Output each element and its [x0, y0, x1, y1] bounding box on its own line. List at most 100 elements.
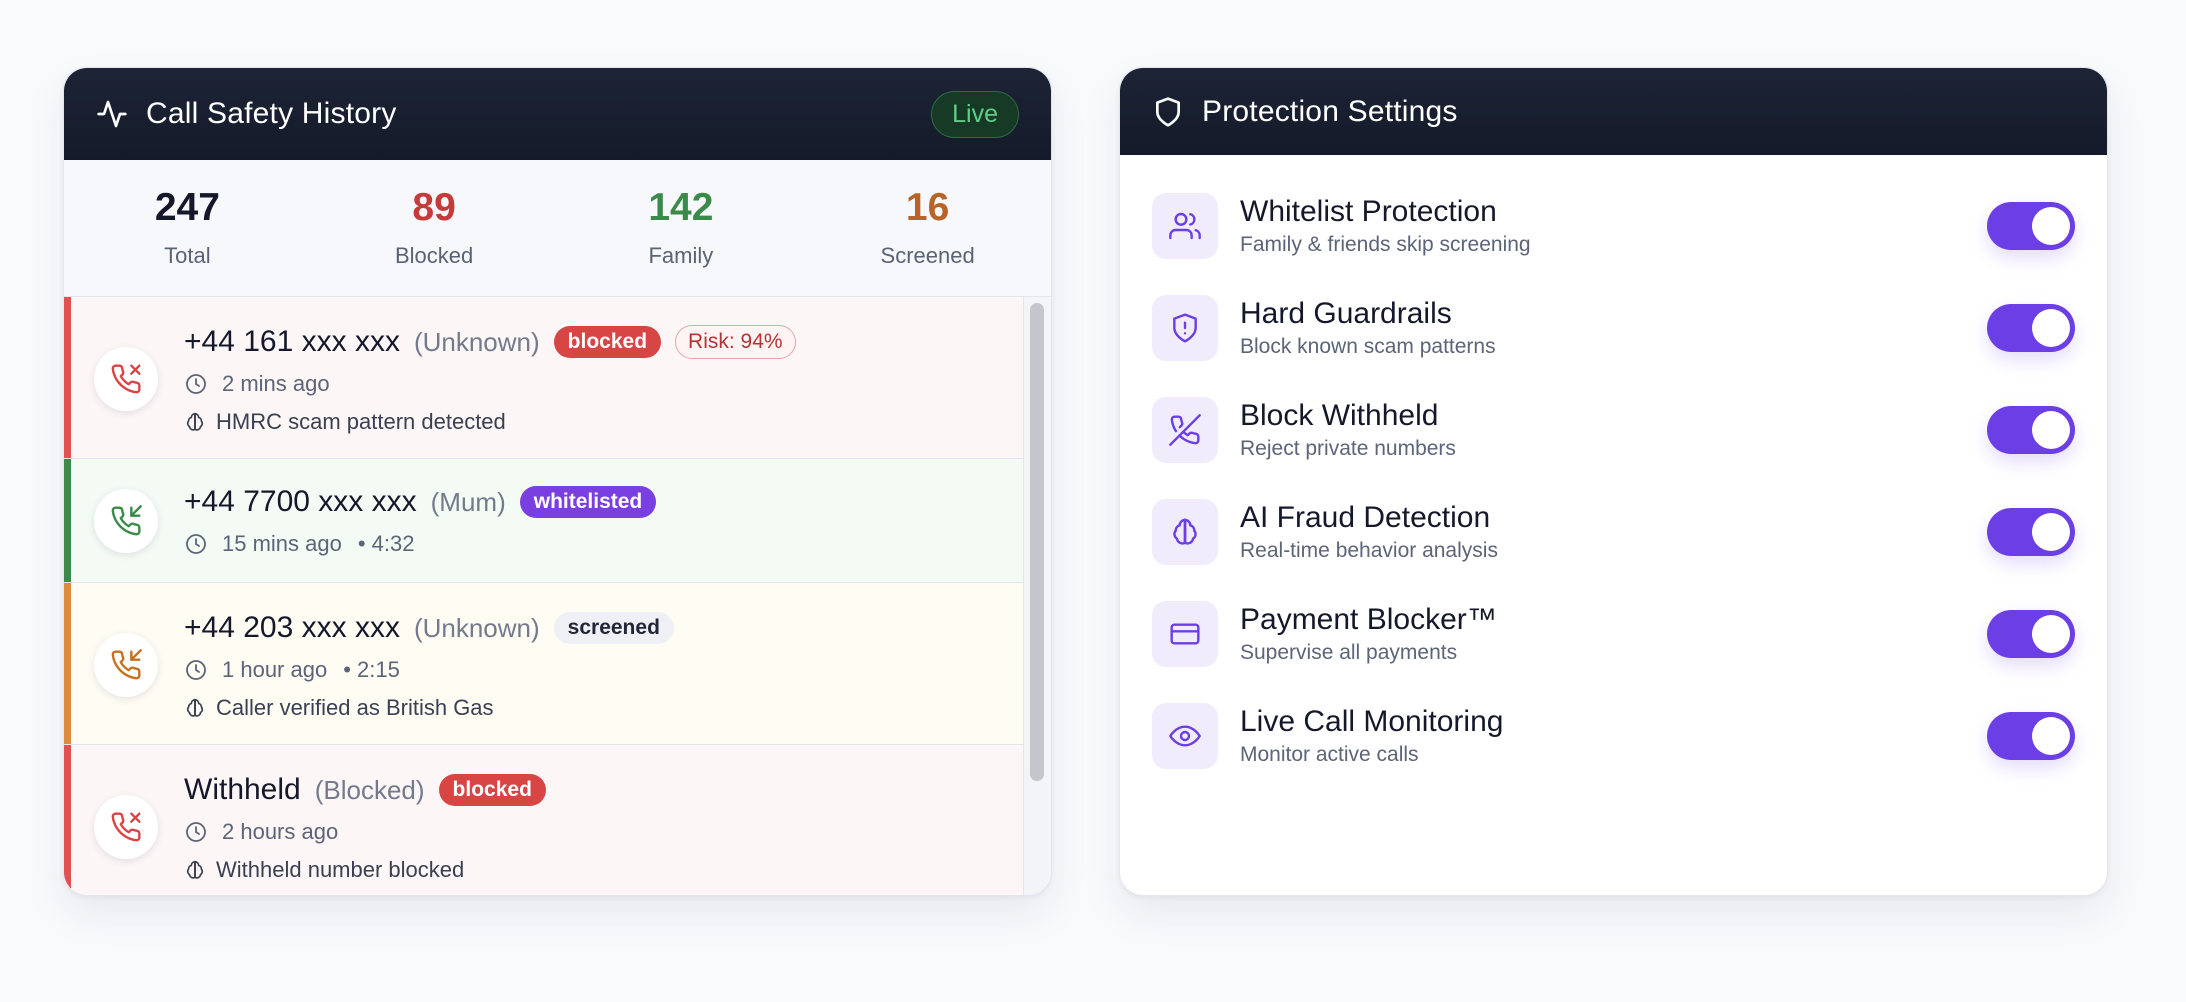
call-avatar: [94, 795, 158, 859]
toggle-knob: [2032, 513, 2070, 551]
setting-live-call-monitoring: Live Call Monitoring Monitor active call…: [1120, 685, 2107, 787]
caller-label: (Unknown): [413, 612, 540, 643]
ai-fraud-detection-toggle[interactable]: [1987, 508, 2075, 556]
call-duration: • 4:32: [357, 531, 415, 556]
call-time: 2 mins ago: [222, 371, 330, 396]
setting-title: Whitelist Protection: [1240, 194, 1497, 228]
protection-settings-card: Protection Settings Whitelist Protection…: [1119, 67, 2108, 896]
call-item[interactable]: +44 203 xxx xxx (Unknown) screened 1 hou…: [64, 583, 1023, 745]
setting-hard-guardrails: Hard Guardrails Block known scam pattern…: [1120, 277, 2107, 379]
brain-icon: [184, 411, 206, 433]
status-stripe: [64, 745, 71, 895]
caller-label: (Blocked): [314, 774, 425, 805]
setting-title: AI Fraud Detection: [1240, 500, 1491, 534]
brain-icon: [184, 859, 206, 881]
toggle-knob: [2032, 207, 2070, 245]
stat-family: 142 Family: [558, 188, 805, 269]
setting-payment-blocker: Payment Blocker™ Supervise all payments: [1120, 583, 2107, 685]
phone-x-icon: [110, 363, 142, 395]
hard-guardrails-toggle[interactable]: [1987, 304, 2075, 352]
clock-icon: [184, 820, 208, 844]
scrollbar-track[interactable]: [1023, 297, 1051, 895]
toggle-knob: [2032, 615, 2070, 653]
call-avatar: [94, 633, 158, 697]
status-badge: whitelisted: [519, 486, 657, 518]
setting-ai-fraud-detection: AI Fraud Detection Real-time behavior an…: [1120, 481, 2107, 583]
setting-block-withheld: Block Withheld Reject private numbers: [1120, 379, 2107, 481]
clock-icon: [184, 372, 208, 396]
stat-value: 89: [412, 185, 456, 229]
setting-title: Payment Blocker™: [1240, 602, 1497, 636]
status-badge: blocked: [438, 774, 546, 806]
call-item[interactable]: +44 7700 xxx xxx (Mum) whitelisted 15 mi…: [64, 459, 1023, 583]
stat-label: Blocked: [394, 242, 474, 268]
setting-description: Reject private numbers: [1240, 437, 1456, 461]
call-avatar: [94, 489, 158, 553]
stat-value: 142: [648, 185, 714, 229]
settings-title: Protection Settings: [1202, 94, 1458, 128]
stats-bar: 247 Total 89 Blocked 142 Family 16 Scree…: [64, 160, 1051, 297]
live-badge: Live: [931, 90, 1019, 138]
settings-list: Whitelist Protection Family & friends sk…: [1120, 155, 2107, 787]
call-list: +44 161 xxx xxx (Unknown) blocked Risk: …: [64, 297, 1051, 895]
scrollbar-thumb[interactable]: [1030, 303, 1044, 781]
toggle-knob: [2032, 717, 2070, 755]
call-item[interactable]: +44 161 xxx xxx (Unknown) blocked Risk: …: [64, 297, 1023, 459]
call-time: 15 mins ago: [222, 531, 342, 556]
setting-description: Real-time behavior analysis: [1240, 539, 1498, 563]
brain-icon: [184, 697, 206, 719]
stat-label: Screened: [880, 242, 975, 268]
call-duration: • 2:15: [343, 657, 400, 682]
caller-label: (Unknown): [413, 326, 540, 357]
stat-screened: 16 Screened: [804, 188, 1051, 269]
credit-card-icon: [1152, 601, 1218, 667]
shield-icon: [1152, 96, 1184, 128]
history-title: Call Safety History: [146, 97, 397, 130]
users-icon: [1152, 193, 1218, 259]
setting-title: Hard Guardrails: [1240, 296, 1452, 330]
setting-description: Monitor active calls: [1240, 743, 1419, 767]
stat-blocked: 89 Blocked: [311, 188, 558, 269]
status-stripe: [64, 297, 71, 458]
call-note: HMRC scam pattern detected: [216, 409, 506, 434]
status-stripe: [64, 583, 71, 744]
stat-label: Family: [648, 242, 714, 268]
call-time: 1 hour ago: [222, 657, 328, 682]
stat-value: 247: [154, 185, 220, 229]
status-badge: screened: [553, 612, 674, 644]
call-number: +44 203 xxx xxx: [184, 611, 400, 644]
shield-alert-icon: [1152, 295, 1218, 361]
eye-icon: [1152, 703, 1218, 769]
payment-blocker-toggle[interactable]: [1987, 610, 2075, 658]
phone-incoming-icon: [110, 649, 142, 681]
phone-incoming-icon: [110, 505, 142, 537]
call-note: Caller verified as British Gas: [216, 695, 494, 720]
call-safety-history-card: Call Safety History Live 247 Total 89 Bl…: [63, 67, 1052, 896]
activity-icon: [96, 98, 128, 130]
live-call-monitoring-toggle[interactable]: [1987, 712, 2075, 760]
toggle-knob: [2032, 411, 2070, 449]
call-item[interactable]: Withheld (Blocked) blocked 2 hours ago W…: [64, 745, 1023, 895]
phone-off-icon: [1152, 397, 1218, 463]
call-number: +44 7700 xxx xxx: [184, 485, 417, 518]
clock-icon: [184, 532, 208, 556]
whitelist-protection-toggle[interactable]: [1987, 202, 2075, 250]
setting-description: Family & friends skip screening: [1240, 233, 1531, 257]
setting-whitelist-protection: Whitelist Protection Family & friends sk…: [1120, 175, 2107, 277]
stat-total: 247 Total: [64, 188, 311, 269]
caller-label: (Mum): [430, 486, 506, 517]
risk-badge: Risk: 94%: [675, 325, 796, 359]
setting-title: Block Withheld: [1240, 398, 1439, 432]
brain-icon: [1152, 499, 1218, 565]
settings-header: Protection Settings: [1120, 68, 2107, 155]
setting-description: Block known scam patterns: [1240, 335, 1496, 359]
stat-value: 16: [905, 185, 950, 229]
block-withheld-toggle[interactable]: [1987, 406, 2075, 454]
toggle-knob: [2032, 309, 2070, 347]
status-badge: blocked: [553, 326, 662, 358]
clock-icon: [184, 658, 208, 682]
setting-description: Supervise all payments: [1240, 641, 1458, 665]
status-stripe: [64, 459, 71, 582]
setting-title: Live Call Monitoring: [1240, 704, 1504, 738]
call-note: Withheld number blocked: [216, 857, 465, 882]
